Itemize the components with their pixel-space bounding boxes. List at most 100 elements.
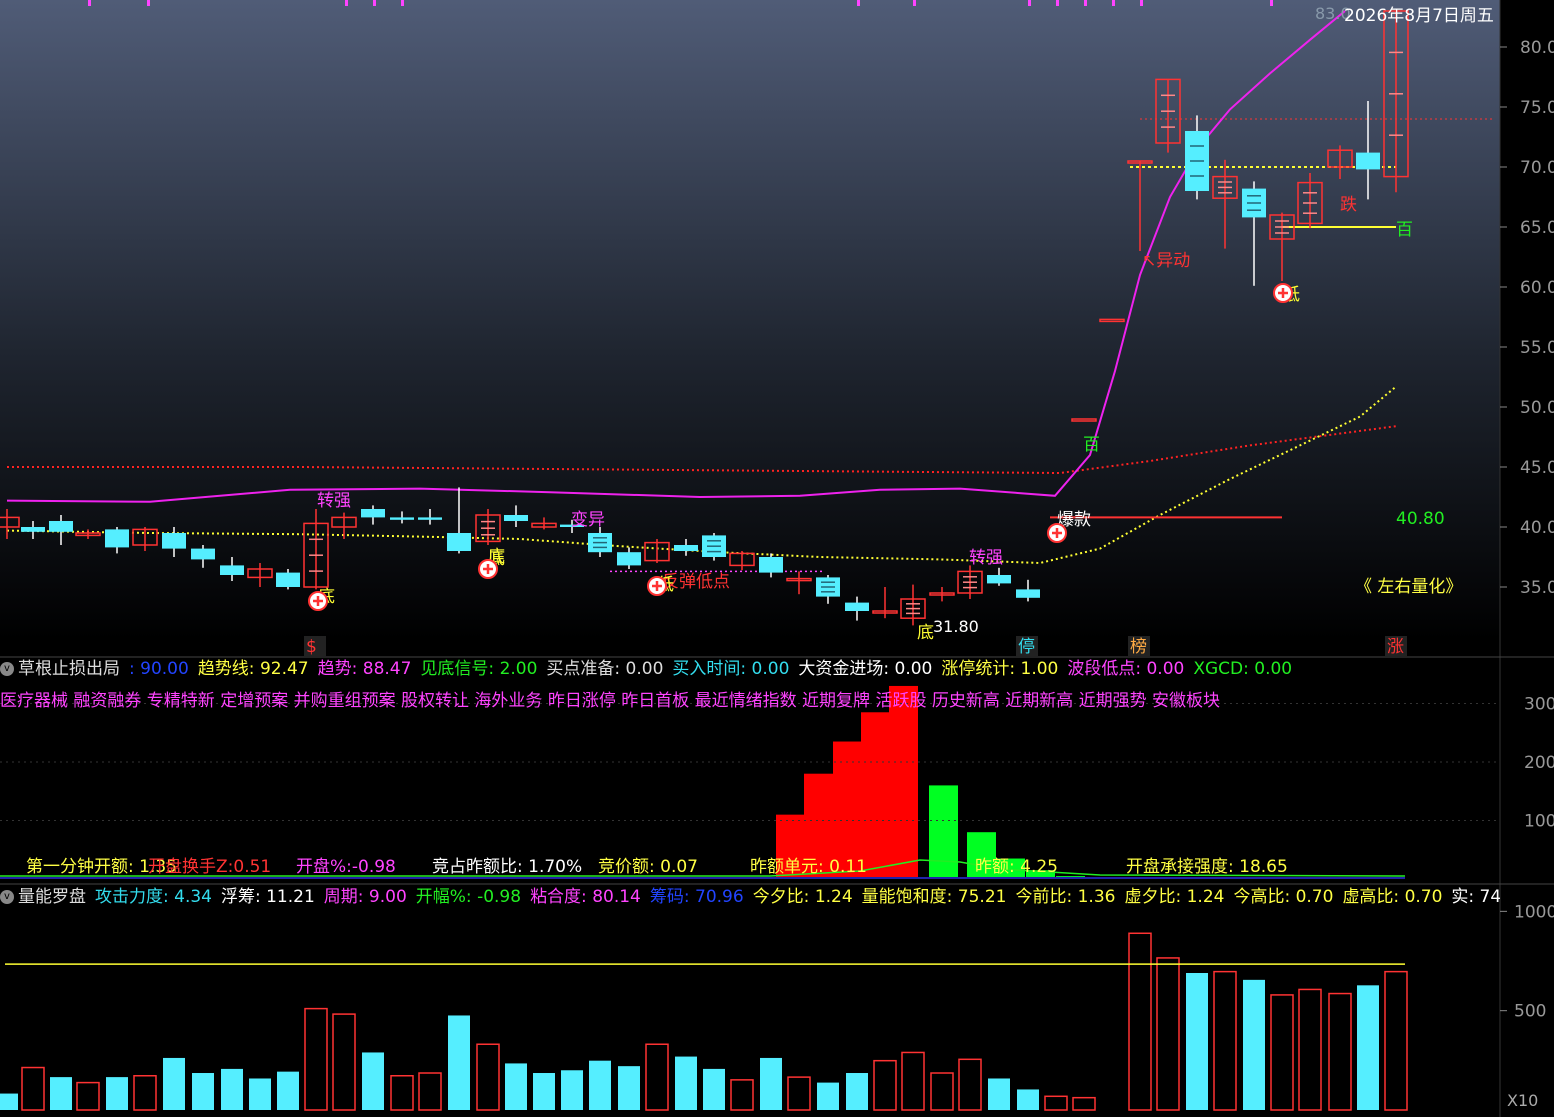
- volume-bar-up: [901, 1051, 925, 1111]
- volume-bar-up: [873, 1059, 897, 1111]
- signal-label: 跌: [1340, 195, 1357, 215]
- candle-body-down: [21, 527, 45, 532]
- volume-bar-down: [163, 1057, 185, 1110]
- indicator1-item: : 90.00: [129, 659, 189, 679]
- volume-bar-down: [589, 1060, 611, 1110]
- volume-bar-down: [106, 1077, 128, 1110]
- volume-bar-up: [304, 1007, 328, 1111]
- indicator1-stat: 开盘承接强度: 18.65: [1126, 857, 1288, 877]
- volume-bar-up: [1298, 988, 1322, 1111]
- top-tick: [1270, 0, 1273, 6]
- volume-bar-up: [332, 1013, 356, 1111]
- indicator2-item: 攻击力度: 4.34: [95, 887, 212, 907]
- volume-bar-down: [817, 1082, 839, 1110]
- candle-body-down: [390, 517, 414, 520]
- candle-body-down: [504, 515, 528, 521]
- price-panel-bg: [0, 0, 1500, 640]
- top-tick: [913, 0, 916, 6]
- indicator1-tick-label: 300: [1524, 695, 1554, 715]
- volume-bar-down: [50, 1077, 72, 1110]
- volume-bar-down: [221, 1068, 243, 1110]
- price-tick-label: 75.0: [1520, 98, 1554, 118]
- indicator1-stat: 竞价额: 0.07: [598, 857, 698, 877]
- indicator2-item: 量能饱和度: 75.21: [861, 887, 1007, 907]
- volume-bar-down: [618, 1066, 640, 1110]
- volume-bar-up: [476, 1043, 500, 1111]
- volume-bar-down: [505, 1063, 527, 1110]
- indicator1-bars: [0, 685, 1406, 879]
- indicator2-name[interactable]: 量能罗盘: [18, 887, 86, 907]
- candle-body-down: [162, 533, 186, 549]
- volume-bar-up: [1072, 1096, 1096, 1111]
- candle-body-down: [220, 565, 244, 575]
- volume-bar-down: [988, 1078, 1010, 1110]
- volume-bar-up: [1328, 992, 1352, 1111]
- volume-tick-label: 500: [1514, 1002, 1546, 1022]
- price-tick-label: 50.0: [1520, 398, 1554, 418]
- indicator1-name[interactable]: 草根止损出局: [18, 659, 120, 679]
- indicator1-stat: 昨额: 4.25: [975, 857, 1058, 877]
- signal-label: 百: [1396, 220, 1413, 240]
- indicator1-item: 趋势: 88.47: [317, 659, 412, 679]
- indicator1-item: 趋势线: 92.47: [197, 659, 309, 679]
- indicator2-item: 今前比: 1.36: [1015, 887, 1116, 907]
- volume-bars: [0, 932, 1408, 1111]
- badge-label: 涨: [1387, 637, 1404, 657]
- indicator1-item: XGCD: 0.00: [1193, 659, 1293, 679]
- volume-bar-up: [133, 1075, 157, 1111]
- indicator1-collapse-icon[interactable]: v: [0, 662, 14, 676]
- top-tick: [1084, 0, 1087, 6]
- indicator2-item: 实: 74061: [1451, 887, 1500, 907]
- candle-body-down: [987, 575, 1011, 584]
- indicator1-bar: [929, 785, 958, 879]
- signal-label: ↖异动: [1142, 251, 1190, 271]
- top-tick: [88, 0, 91, 6]
- candle-body-down: [418, 517, 442, 520]
- top-tick: [345, 0, 348, 6]
- volume-bar-up: [21, 1066, 45, 1111]
- indicator2-item: 粘合度: 80.14: [530, 887, 641, 907]
- stock-chart[interactable]: 80.0 75.0 70.0 65.0 60.0 55.0 50.0 45.0 40.0 35.0…: [0, 0, 1554, 1117]
- indicator1-stat: 开盘%:-0.98: [296, 857, 396, 877]
- indicator2-item: 开幅%: -0.98: [415, 887, 522, 907]
- candle-body-down: [361, 509, 385, 518]
- candle-body-down: [1356, 152, 1380, 170]
- candle-body-down: [759, 557, 783, 573]
- candle-body-down: [845, 602, 869, 611]
- indicator1-labels: 第一分钟开额: 1.35开盘换手Z:0.51 开盘%:-0.98 竞占昨额比: 1.…: [26, 857, 1288, 877]
- watermark: 《 左右量化》: [1355, 577, 1462, 597]
- indicator1-tick-label: 100: [1524, 812, 1554, 832]
- volume-bar-up: [76, 1081, 100, 1111]
- price-tick-label: 70.0: [1520, 158, 1554, 178]
- candle-body-down: [49, 521, 73, 532]
- volume-bar-down: [249, 1078, 271, 1110]
- indicator2-item: 周期: 9.00: [323, 887, 407, 907]
- volume-bar-up: [1270, 994, 1294, 1111]
- volume-bar-down: [362, 1052, 384, 1110]
- indicator2-item: 筹码: 70.96: [649, 887, 744, 907]
- candle-body-down: [447, 533, 471, 551]
- volume-bar-down: [1017, 1089, 1039, 1110]
- top-tick: [147, 0, 150, 6]
- indicator2-item: 今高比: 0.70: [1233, 887, 1334, 907]
- price-tick-label: 35.0: [1520, 578, 1554, 598]
- volume-bar-down: [561, 1070, 583, 1110]
- signal-label: 百: [1083, 435, 1100, 455]
- signal-label: 底: [917, 623, 934, 643]
- indicator1-item: 见底信号: 2.00: [420, 659, 538, 679]
- indicator1-bar: [861, 712, 890, 879]
- badge-label: $: [306, 637, 317, 657]
- indicator2-collapse-icon[interactable]: v: [0, 890, 14, 904]
- indicator1-bar: [889, 685, 918, 879]
- volume-bar-up: [730, 1079, 754, 1111]
- indicator2-item: 今夕比: 1.24: [752, 887, 853, 907]
- ref-price-label: 40.80: [1396, 509, 1445, 529]
- indicator1-item: 波段低点: 0.00: [1067, 659, 1185, 679]
- top-tick: [857, 0, 860, 6]
- indicator1-stat: 开盘换手Z:0.51: [148, 857, 271, 877]
- volume-bar-up: [958, 1058, 982, 1111]
- top-tick: [401, 0, 404, 6]
- indicator1-stat: 竞占昨额比: 1.70%: [432, 857, 582, 877]
- indicator1-item: 买入时间: 0.00: [672, 659, 790, 679]
- indicator1-item: 大资金进场: 0.00: [798, 659, 933, 679]
